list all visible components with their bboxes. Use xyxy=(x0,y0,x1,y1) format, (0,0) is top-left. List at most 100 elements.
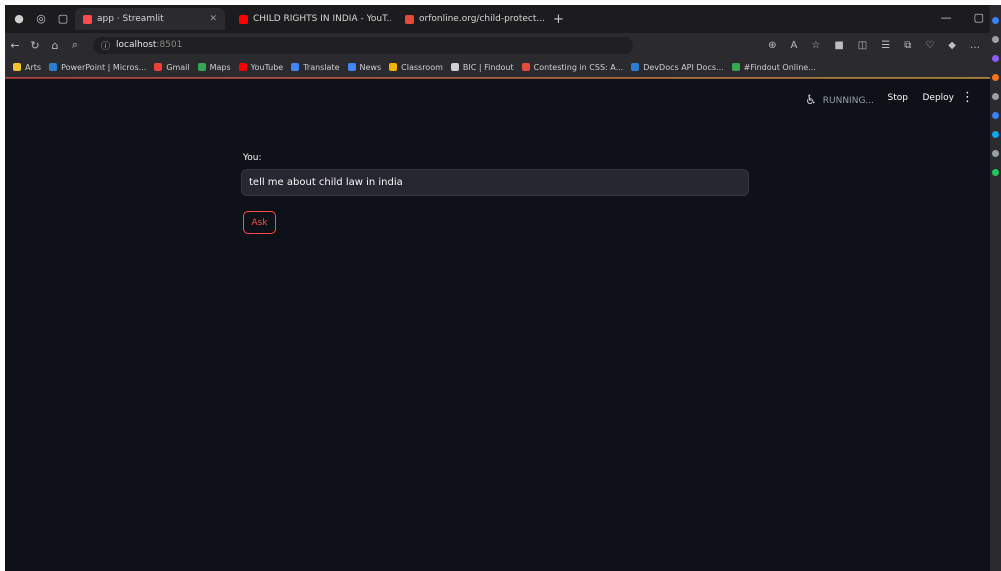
orfonline-favicon-icon xyxy=(405,14,414,24)
site-info-icon[interactable]: ⓘ xyxy=(101,39,110,52)
tab-youtube[interactable]: CHILD RIGHTS IN INDIA - YouT... ✕ xyxy=(231,8,391,30)
tools-sidebar-icon[interactable] xyxy=(992,74,999,81)
tab-strip: ● ◎ ▢ app · Streamlit ✕ CHILD RIGHTS IN … xyxy=(5,5,990,33)
bookmark-2[interactable]: Gmail xyxy=(154,62,190,72)
bookmark-1[interactable]: PowerPoint | Micros... xyxy=(49,63,146,72)
browser-essentials-icon[interactable]: ♡ xyxy=(925,40,934,51)
new-tab-button[interactable]: + xyxy=(553,12,564,27)
tab-orfonline[interactable]: orfonline.org/child-protect... ✕ xyxy=(397,8,547,30)
bookmark-label: BIC | Findout xyxy=(462,62,514,72)
running-status: ♿ RUNNING... xyxy=(805,93,874,108)
bookmark-3[interactable]: Maps xyxy=(197,62,231,72)
main-menu-icon[interactable]: ⋮ xyxy=(961,90,974,105)
drop-sidebar-icon[interactable] xyxy=(992,150,999,157)
stop-button[interactable]: Stop xyxy=(888,93,908,103)
tab-actions-icon[interactable]: ▢ xyxy=(57,13,69,25)
deploy-button[interactable]: Deploy xyxy=(922,93,954,103)
edge-sidebar xyxy=(990,5,1001,571)
bookmark-label: Classroom xyxy=(401,62,443,72)
question-label: You: xyxy=(243,153,262,163)
bookmark-label: Translate xyxy=(303,62,340,72)
browser-window: ● ◎ ▢ app · Streamlit ✕ CHILD RIGHTS IN … xyxy=(5,5,1001,571)
running-status-text: RUNNING... xyxy=(822,95,874,106)
search-sidebar-icon[interactable] xyxy=(992,36,999,43)
folder-icon xyxy=(13,63,21,71)
split-screen-icon[interactable]: ◫ xyxy=(858,40,867,51)
close-tab-icon[interactable]: ✕ xyxy=(545,14,547,24)
profile-icon[interactable]: ● xyxy=(13,13,25,25)
tab-title: app · Streamlit xyxy=(97,14,164,24)
outlook-sidebar-icon[interactable] xyxy=(992,131,999,138)
bookmark-label: DevDocs API Docs... xyxy=(643,62,724,72)
home-icon[interactable]: ⌂ xyxy=(45,39,65,52)
classroom-icon xyxy=(389,63,398,71)
youtube-favicon-icon xyxy=(239,14,248,24)
ask-button[interactable]: Ask xyxy=(243,211,276,234)
extension-icon[interactable]: ■ xyxy=(834,40,843,51)
copilot-sidebar-icon[interactable] xyxy=(992,17,999,24)
read-aloud-icon[interactable]: A xyxy=(791,40,798,51)
devdocs-icon xyxy=(631,63,640,71)
findout-icon xyxy=(731,63,740,71)
maps-icon xyxy=(197,63,206,71)
bookmark-label: Contesting in CSS: A... xyxy=(533,62,624,72)
bookmark-11[interactable]: #Findout Online... xyxy=(731,62,816,72)
window-controls: — ▢ xyxy=(941,11,984,24)
question-input[interactable]: tell me about child law in india xyxy=(241,169,749,196)
workspaces-icon[interactable]: ◎ xyxy=(35,13,47,25)
css-icon xyxy=(521,63,530,71)
tab-title: orfonline.org/child-protect... xyxy=(419,14,545,24)
page-icon xyxy=(450,63,459,71)
favorites-icon[interactable]: ☰ xyxy=(881,40,890,51)
back-icon[interactable]: ← xyxy=(5,39,25,52)
gmail-icon xyxy=(154,63,163,71)
maximize-icon[interactable]: ▢ xyxy=(974,11,984,24)
bookmark-label: #Findout Online... xyxy=(743,62,816,72)
tab-title: CHILD RIGHTS IN INDIA - YouT... xyxy=(253,14,391,24)
bookmark-7[interactable]: Classroom xyxy=(389,63,443,72)
bookmark-9[interactable]: Contesting in CSS: A... xyxy=(521,62,624,72)
question-input-value: tell me about child law in india xyxy=(249,177,403,188)
bookmark-label: PowerPoint | Micros... xyxy=(61,62,147,72)
bookmark-label: Arts xyxy=(25,62,42,72)
copilot-icon[interactable]: ◆ xyxy=(948,40,956,51)
running-person-icon: ♿ xyxy=(805,93,817,108)
url-host: localhost xyxy=(116,40,157,50)
favorite-star-icon[interactable]: ☆ xyxy=(811,40,820,51)
bookmark-0[interactable]: Arts xyxy=(13,63,41,72)
youtube-icon xyxy=(238,63,247,71)
bookmark-4[interactable]: YouTube xyxy=(238,62,284,72)
more-icon[interactable]: … xyxy=(970,40,980,51)
streamlit-favicon-icon xyxy=(83,14,92,24)
window-icons: ● ◎ ▢ xyxy=(5,13,69,25)
tab-streamlit[interactable]: app · Streamlit ✕ xyxy=(75,8,225,30)
streamlit-header: ♿ RUNNING... Stop Deploy ⋮ xyxy=(5,83,990,117)
collections-icon[interactable]: ⧉ xyxy=(904,40,911,51)
bookmark-10[interactable]: DevDocs API Docs... xyxy=(631,62,724,72)
bookmark-label: Maps xyxy=(209,62,231,72)
bookmark-label: YouTube xyxy=(250,62,284,72)
add-sidebar-icon[interactable] xyxy=(992,169,999,176)
bookmarks-bar: Arts PowerPoint | Micros... Gmail Maps Y… xyxy=(5,57,990,78)
bookmark-label: Gmail xyxy=(166,62,190,72)
zoom-icon[interactable]: ⊕ xyxy=(768,40,776,51)
powerpoint-icon xyxy=(49,63,58,71)
shopping-sidebar-icon[interactable] xyxy=(992,55,999,62)
bookmark-6[interactable]: News xyxy=(347,62,382,72)
address-bar[interactable]: ⓘ localhost:8501 xyxy=(93,36,633,54)
minimize-icon[interactable]: — xyxy=(941,11,952,24)
search-icon[interactable]: ⌕ xyxy=(65,38,85,52)
close-tab-icon[interactable]: ✕ xyxy=(201,14,217,24)
header-accent-line xyxy=(5,77,990,79)
bookmark-5[interactable]: Translate xyxy=(291,62,340,72)
bookmark-8[interactable]: BIC | Findout xyxy=(450,62,514,72)
toolbar-icons: ⊕ A ☆ ■ ◫ ☰ ⧉ ♡ ◆ … xyxy=(768,40,990,51)
refresh-icon[interactable]: ↻ xyxy=(25,39,45,52)
address-toolbar: ← ↻ ⌂ ⌕ ⓘ localhost:8501 ⊕ A ☆ ■ ◫ ☰ ⧉ ♡… xyxy=(5,33,990,57)
url-port: :8501 xyxy=(156,40,183,50)
office-sidebar-icon[interactable] xyxy=(992,112,999,119)
news-icon xyxy=(347,63,356,71)
bookmark-label: News xyxy=(359,62,382,72)
translate-icon xyxy=(291,63,300,71)
games-sidebar-icon[interactable] xyxy=(992,93,999,100)
